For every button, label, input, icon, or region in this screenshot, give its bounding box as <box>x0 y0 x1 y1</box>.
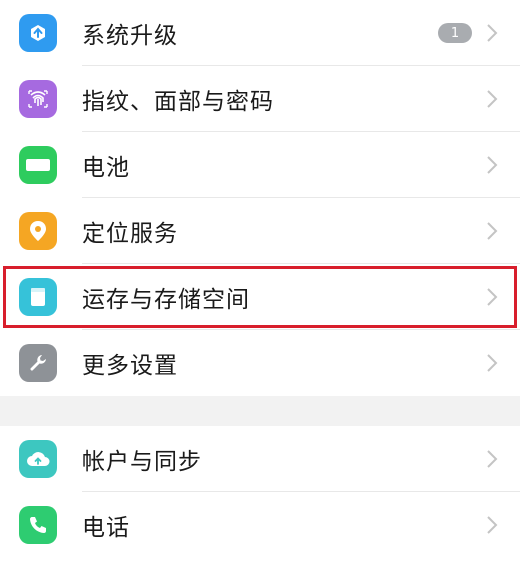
settings-item-storage[interactable]: 运存与存储空间 <box>0 264 520 330</box>
chevron-right-icon <box>487 450 498 468</box>
settings-item-more-settings[interactable]: 更多设置 <box>0 330 520 396</box>
settings-item-label: 运存与存储空间 <box>82 287 250 313</box>
settings-group-system: 系统升级 1 指纹、面部与密码 电池 定位服务 运存与存储空间 更多设置 <box>0 0 520 396</box>
wrench-icon <box>19 344 57 382</box>
settings-item-label: 定位服务 <box>82 221 178 247</box>
settings-item-accounts-sync[interactable]: 帐户与同步 <box>0 426 520 492</box>
system-update-icon <box>19 14 57 52</box>
settings-item-label: 系统升级 <box>82 23 178 49</box>
cloud-sync-icon <box>19 440 57 478</box>
chevron-right-icon <box>487 90 498 108</box>
chevron-right-icon <box>487 156 498 174</box>
settings-item-label: 指纹、面部与密码 <box>82 89 274 115</box>
phone-icon <box>19 506 57 544</box>
chevron-right-icon <box>487 24 498 42</box>
settings-item-label: 电话 <box>82 515 130 541</box>
chevron-right-icon <box>487 222 498 240</box>
section-divider <box>0 396 520 426</box>
settings-item-system-update[interactable]: 系统升级 1 <box>0 0 520 66</box>
settings-item-fingerprint[interactable]: 指纹、面部与密码 <box>0 66 520 132</box>
settings-group-accounts: 帐户与同步 电话 <box>0 426 520 558</box>
settings-screen: 系统升级 1 指纹、面部与密码 电池 定位服务 运存与存储空间 更多设置 帐户与… <box>0 0 520 567</box>
update-count-badge: 1 <box>438 23 472 43</box>
settings-item-label: 更多设置 <box>82 353 178 379</box>
highlight-box <box>3 266 517 328</box>
settings-item-label: 帐户与同步 <box>82 449 202 475</box>
chevron-right-icon <box>487 354 498 372</box>
settings-item-battery[interactable]: 电池 <box>0 132 520 198</box>
settings-item-label: 电池 <box>82 155 130 181</box>
settings-item-location[interactable]: 定位服务 <box>0 198 520 264</box>
location-icon <box>19 212 57 250</box>
battery-icon <box>19 146 57 184</box>
fingerprint-icon <box>19 80 57 118</box>
storage-icon <box>19 278 57 316</box>
chevron-right-icon <box>487 516 498 534</box>
chevron-right-icon <box>487 288 498 306</box>
settings-item-phone[interactable]: 电话 <box>0 492 520 558</box>
